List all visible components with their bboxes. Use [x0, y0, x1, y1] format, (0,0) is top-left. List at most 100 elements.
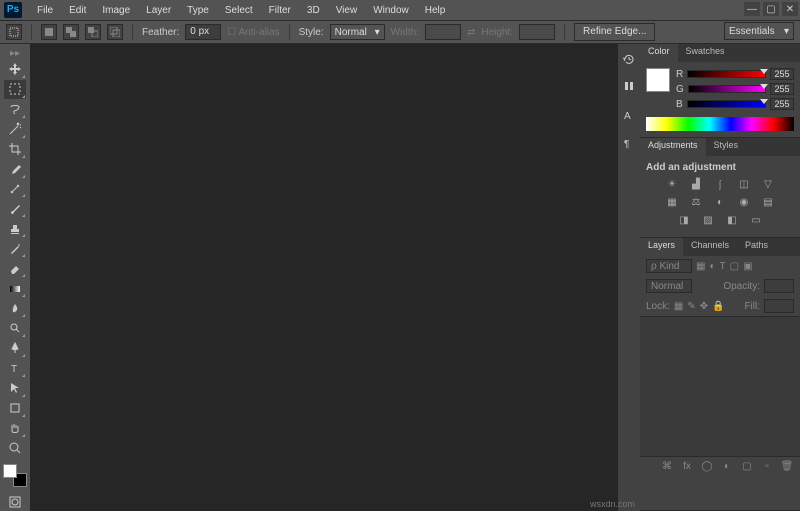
crop-tool[interactable]: [4, 140, 26, 159]
curves-icon[interactable]: ⎰: [712, 177, 728, 191]
shape-tool[interactable]: [4, 399, 26, 418]
color-spectrum[interactable]: [646, 117, 794, 131]
healing-tool[interactable]: [4, 180, 26, 199]
foreground-background-colors[interactable]: [3, 464, 27, 487]
tab-color[interactable]: Color: [640, 44, 678, 62]
r-value[interactable]: 255: [770, 68, 794, 80]
vibrance-icon[interactable]: ▽: [760, 177, 776, 191]
blend-mode-select: Normal: [646, 279, 692, 293]
menu-view[interactable]: View: [329, 3, 365, 18]
r-slider[interactable]: [687, 70, 766, 78]
filter-pixel-icon[interactable]: ▦: [696, 261, 705, 272]
dodge-tool[interactable]: [4, 319, 26, 338]
new-selection-icon[interactable]: [41, 24, 57, 40]
eraser-tool[interactable]: [4, 259, 26, 278]
character-icon[interactable]: A: [620, 106, 638, 124]
menu-file[interactable]: File: [30, 3, 60, 18]
tab-channels[interactable]: Channels: [683, 238, 737, 256]
color-preview-swatch[interactable]: [646, 68, 670, 92]
filter-adjust-icon[interactable]: ◐: [709, 261, 715, 272]
stamp-tool[interactable]: [4, 219, 26, 238]
menu-type[interactable]: Type: [180, 3, 216, 18]
g-slider[interactable]: [688, 85, 766, 93]
type-tool[interactable]: T: [4, 359, 26, 378]
feather-input[interactable]: 0 px: [185, 24, 221, 40]
add-selection-icon[interactable]: [63, 24, 79, 40]
menu-filter[interactable]: Filter: [262, 3, 298, 18]
brush-preset-icon[interactable]: [620, 78, 638, 96]
new-layer-icon[interactable]: ▫: [760, 460, 774, 474]
tab-adjustments[interactable]: Adjustments: [640, 138, 706, 156]
quickmask-toggle[interactable]: [4, 492, 26, 511]
workspace-selector[interactable]: Essentials▾: [724, 22, 794, 40]
tab-styles[interactable]: Styles: [706, 138, 747, 156]
eyedropper-tool[interactable]: [4, 160, 26, 179]
menu-window[interactable]: Window: [366, 3, 416, 18]
pen-tool[interactable]: [4, 339, 26, 358]
tab-paths[interactable]: Paths: [737, 238, 776, 256]
balance-icon[interactable]: ⚖: [688, 195, 704, 209]
toolbar-collapse[interactable]: ▸▸: [0, 48, 30, 59]
menu-select[interactable]: Select: [218, 3, 260, 18]
brightness-icon[interactable]: ☀: [664, 177, 680, 191]
delete-layer-icon[interactable]: 🗑: [780, 460, 794, 474]
gradient-tool[interactable]: [4, 279, 26, 298]
menu-layer[interactable]: Layer: [139, 3, 178, 18]
subtract-selection-icon[interactable]: [85, 24, 101, 40]
menu-help[interactable]: Help: [418, 3, 453, 18]
fill-label: Fill:: [744, 301, 760, 312]
tool-preset-picker[interactable]: [6, 24, 22, 40]
b-value[interactable]: 255: [770, 98, 794, 110]
zoom-tool[interactable]: [4, 439, 26, 458]
tab-swatches[interactable]: Swatches: [678, 44, 733, 62]
lock-label: Lock:: [646, 301, 670, 312]
move-tool[interactable]: [4, 60, 26, 79]
link-layers-icon[interactable]: ⌘: [660, 460, 674, 474]
refine-edge-button[interactable]: Refine Edge...: [574, 23, 655, 41]
bw-icon[interactable]: ◐: [712, 195, 728, 209]
foreground-color-swatch[interactable]: [3, 464, 17, 478]
filter-shape-icon[interactable]: ▢: [730, 261, 739, 272]
path-select-tool[interactable]: [4, 379, 26, 398]
minimize-button[interactable]: —: [744, 2, 760, 16]
layer-mask-icon[interactable]: ◯: [700, 460, 714, 474]
paragraph-icon[interactable]: ¶: [620, 134, 638, 152]
hand-tool[interactable]: [4, 419, 26, 438]
style-select[interactable]: Normal▾: [330, 24, 385, 40]
hue-icon[interactable]: ▦: [664, 195, 680, 209]
wand-tool[interactable]: [4, 120, 26, 139]
history-brush-tool[interactable]: [4, 239, 26, 258]
menu-image[interactable]: Image: [95, 3, 137, 18]
new-fill-icon[interactable]: ◐: [720, 460, 734, 474]
menu-3d[interactable]: 3D: [300, 3, 327, 18]
invert-icon[interactable]: ◨: [676, 213, 692, 227]
filter-smart-icon[interactable]: ▣: [743, 261, 752, 272]
exposure-icon[interactable]: ◫: [736, 177, 752, 191]
threshold-icon[interactable]: ◧: [724, 213, 740, 227]
canvas-area[interactable]: [30, 44, 618, 511]
b-slider[interactable]: [687, 100, 766, 108]
lock-pos-icon: ✥: [700, 301, 708, 312]
marquee-tool[interactable]: [4, 80, 26, 99]
posterize-icon[interactable]: ▨: [700, 213, 716, 227]
close-button[interactable]: ✕: [782, 2, 798, 16]
layers-list[interactable]: [640, 316, 800, 456]
layer-fx-icon[interactable]: fx: [680, 460, 694, 474]
g-value[interactable]: 255: [770, 83, 794, 95]
menu-edit[interactable]: Edit: [62, 3, 93, 18]
filter-type-icon[interactable]: T: [720, 261, 726, 272]
antialias-checkbox: ☐ Anti-alias: [227, 27, 279, 38]
intersect-selection-icon[interactable]: [107, 24, 123, 40]
gradient-map-icon[interactable]: ▭: [748, 213, 764, 227]
blur-tool[interactable]: [4, 299, 26, 318]
lasso-tool[interactable]: [4, 100, 26, 119]
maximize-button[interactable]: ▢: [763, 2, 779, 16]
tab-layers[interactable]: Layers: [640, 238, 683, 256]
channel-mixer-icon[interactable]: ▤: [760, 195, 776, 209]
new-group-icon[interactable]: ▢: [740, 460, 754, 474]
photo-filter-icon[interactable]: ◉: [736, 195, 752, 209]
brush-tool[interactable]: [4, 199, 26, 218]
history-icon[interactable]: [620, 50, 638, 68]
levels-icon[interactable]: ▟: [688, 177, 704, 191]
layer-filter-select[interactable]: ρ Kind: [646, 259, 692, 273]
